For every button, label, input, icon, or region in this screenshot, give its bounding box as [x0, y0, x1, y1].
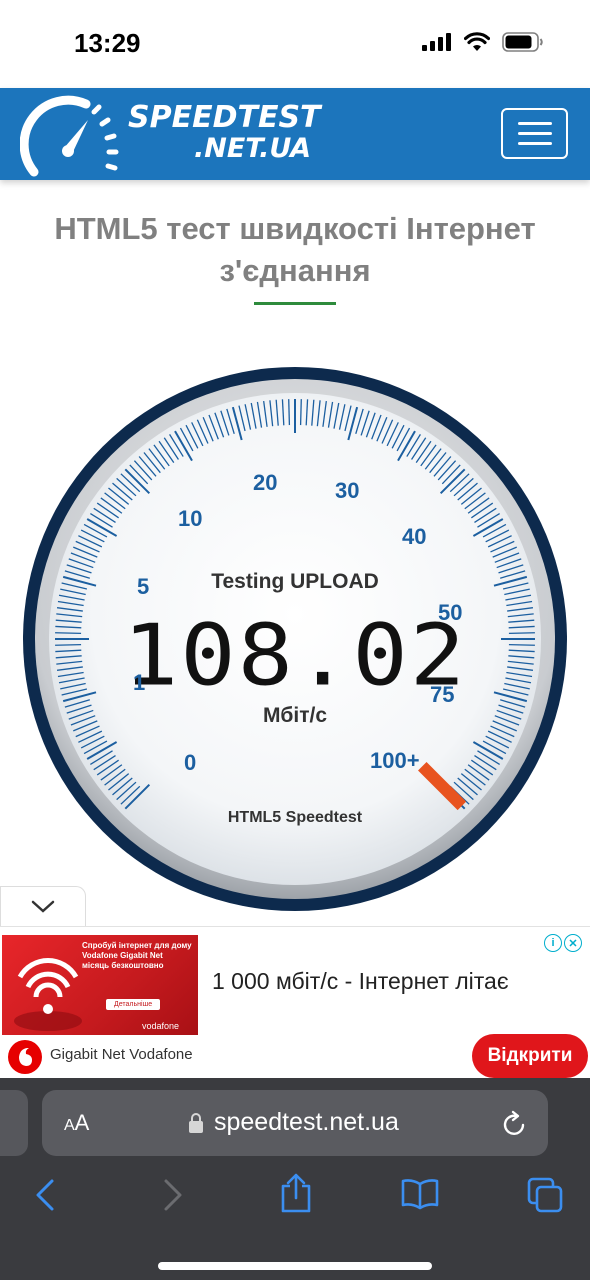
scale-label-100-plus: 100+	[370, 748, 420, 773]
scale-label-75: 75	[430, 682, 455, 707]
page: 13:29 SPEEDTEST .NET.UA HTML5 тест швидк…	[0, 0, 590, 1280]
previous-tab-peek[interactable]	[0, 1090, 28, 1156]
lock-icon	[189, 1113, 203, 1133]
cellular-signal-icon	[422, 33, 451, 51]
ad-choices[interactable]: i ✕	[544, 934, 582, 952]
share-icon[interactable]	[280, 1172, 312, 1214]
ad-collapse-toggle[interactable]	[0, 886, 86, 926]
aa-large: A	[74, 1110, 90, 1135]
menu-bar-3	[517, 142, 552, 145]
speed-unit: Мбіт/с	[262, 704, 328, 727]
ad-info-icon[interactable]: i	[544, 934, 562, 952]
ad-close-icon[interactable]: ✕	[564, 934, 582, 952]
scale-label-40: 40	[402, 524, 427, 549]
ad-image-brand: vodafone	[142, 1021, 180, 1031]
page-title-line1: HTML5 тест швидкості Інтернет	[54, 211, 536, 246]
title-underline	[254, 302, 336, 305]
status-icons	[422, 32, 544, 52]
ad-headline[interactable]: 1 000 мбіт/с - Інтернет літає	[212, 968, 509, 995]
tabs-icon[interactable]	[526, 1176, 564, 1214]
page-title: HTML5 тест швидкості Інтернет з'єднання	[30, 208, 560, 292]
reader-text-size-button[interactable]: AA	[64, 1110, 89, 1136]
ad-image-text: Спробуй інтернет для дому Vodafone Gigab…	[82, 941, 192, 970]
back-icon[interactable]	[34, 1178, 56, 1212]
vodafone-logo-icon	[8, 1040, 42, 1074]
reload-icon[interactable]	[502, 1110, 528, 1138]
page-title-line2: з'єднання	[219, 253, 371, 288]
url-text[interactable]: speedtest.net.ua	[214, 1108, 399, 1137]
logo-text[interactable]: SPEEDTEST .NET.UA	[128, 102, 321, 164]
hamburger-menu-button[interactable]	[501, 108, 568, 159]
menu-bar-1	[517, 122, 552, 125]
ad-open-button[interactable]: Відкрити	[472, 1034, 588, 1078]
gauge-brand: HTML5 Speedtest	[227, 809, 363, 826]
scale-label-5: 5	[137, 574, 150, 599]
scale-label-1: 1	[133, 670, 146, 695]
scale-label-10: 10	[178, 506, 203, 531]
wifi-icon	[464, 32, 490, 51]
ad-advertiser: Gigabit Net Vodafone	[50, 1046, 193, 1063]
aa-small: A	[64, 1117, 75, 1134]
scale-label-30: 30	[335, 478, 360, 503]
gauge-tick	[288, 399, 291, 426]
speed-gauge: Testing UPLOAD 108.02 Мбіт/с HTML5 Speed…	[22, 366, 568, 912]
status-bar: 13:29	[0, 0, 590, 88]
logo-line1: SPEEDTEST	[128, 100, 321, 135]
status-time: 13:29	[74, 28, 141, 58]
chevron-down-icon	[31, 900, 55, 913]
scale-label-0: 0	[184, 750, 197, 775]
scale-label-20: 20	[253, 470, 278, 495]
bookmarks-icon[interactable]	[400, 1178, 440, 1210]
menu-bar-2	[517, 132, 552, 135]
speed-value: 108.02	[122, 606, 468, 705]
home-indicator	[158, 1262, 432, 1270]
forward-icon[interactable]	[162, 1178, 184, 1212]
gauge-tick	[299, 399, 302, 426]
speedometer-logo-icon[interactable]	[20, 94, 124, 178]
wifi-router-illustration-icon	[14, 958, 82, 1031]
test-status: Testing UPLOAD	[211, 570, 379, 593]
ad-image[interactable]: Спробуй інтернет для дому Vodafone Gigab…	[2, 935, 198, 1035]
scale-label-50: 50	[438, 600, 463, 625]
logo-line2: .NET.UA	[194, 133, 311, 164]
battery-icon	[502, 32, 543, 52]
site-header: SPEEDTEST .NET.UA	[0, 88, 590, 180]
ad-image-button: Детальніше	[106, 999, 161, 1010]
